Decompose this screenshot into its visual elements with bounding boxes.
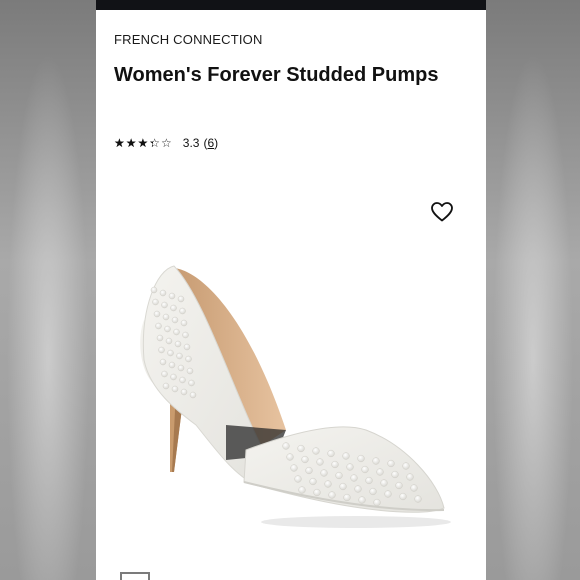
product-screen: FRENCH CONNECTION Women's Forever Studde… (96, 0, 486, 580)
next-section-peek (120, 572, 150, 580)
product-image[interactable] (126, 250, 456, 540)
blurred-background-right (486, 0, 580, 580)
star-rating-icon: ☆☆☆☆☆ ★★★★★ (114, 136, 173, 150)
review-count[interactable]: (6) (203, 136, 218, 150)
rating-score: 3.3 (182, 136, 200, 150)
brand-name[interactable]: FRENCH CONNECTION (114, 32, 263, 47)
blurred-background-left (0, 0, 96, 580)
product-rating[interactable]: ☆☆☆☆☆ ★★★★★ 3.3 (6) (114, 136, 218, 150)
status-bar (96, 0, 486, 10)
heart-outline-icon[interactable] (430, 200, 454, 224)
review-count-value[interactable]: 6 (207, 136, 214, 150)
product-title: Women's Forever Studded Pumps (114, 64, 439, 86)
